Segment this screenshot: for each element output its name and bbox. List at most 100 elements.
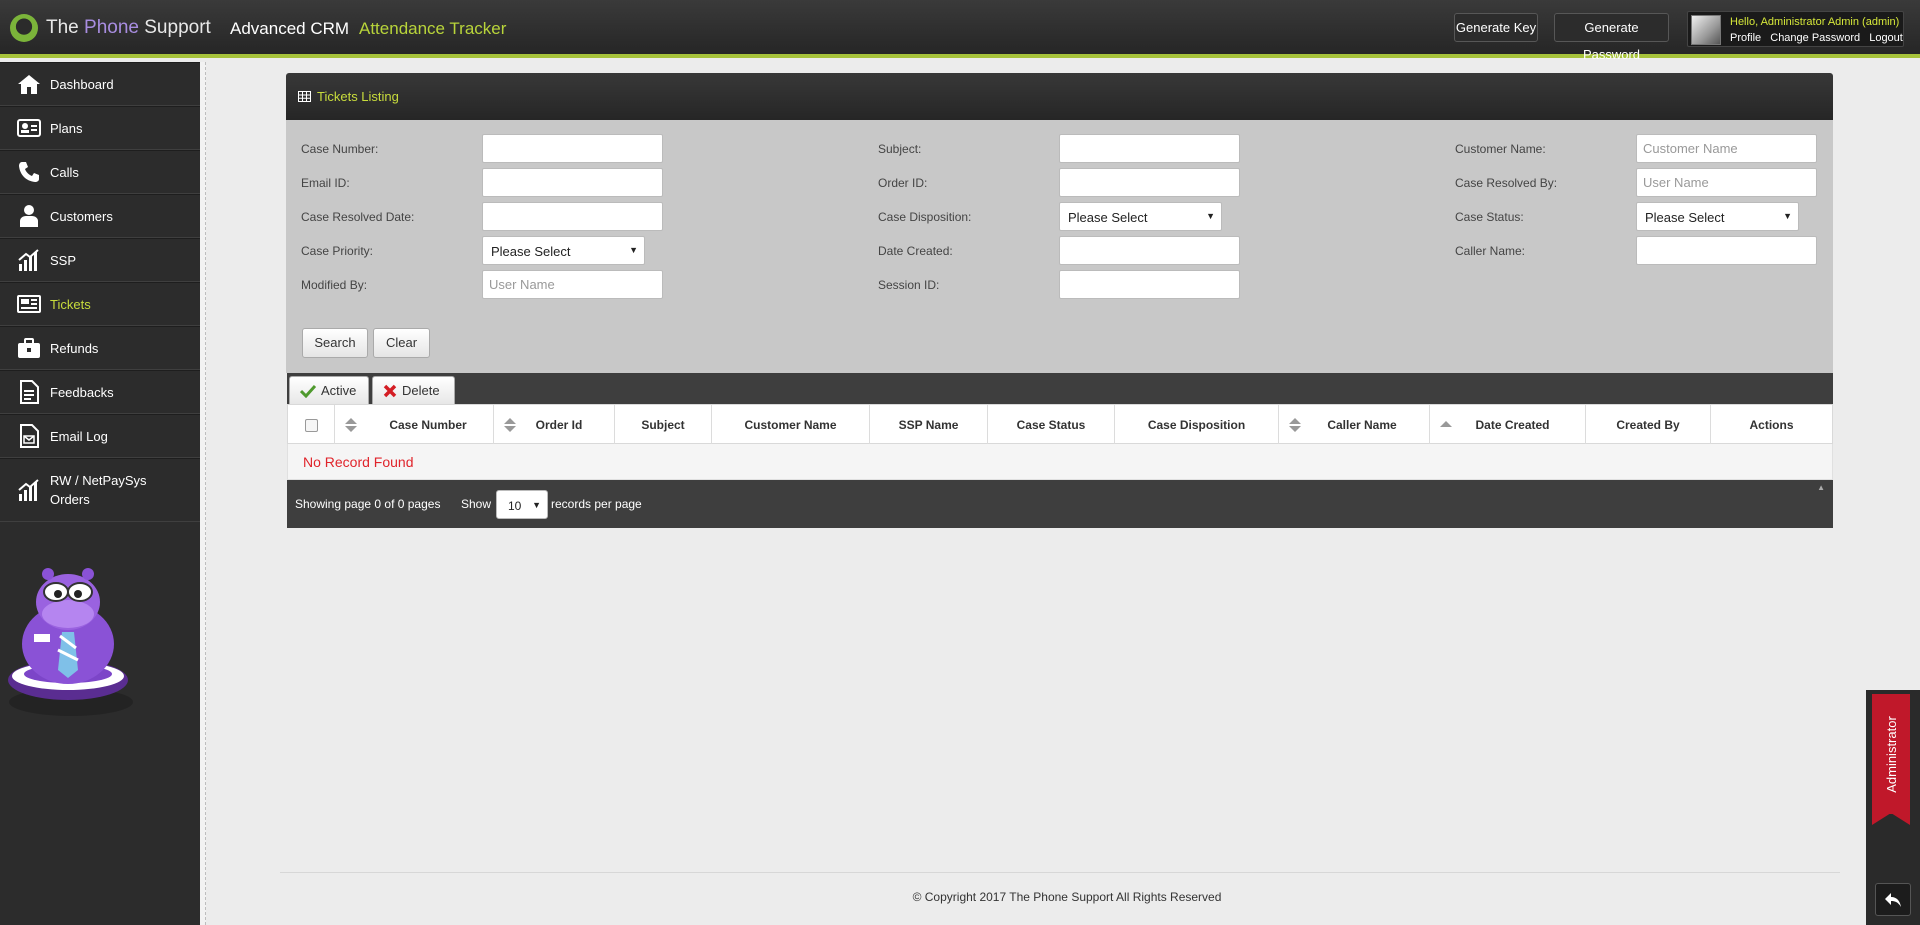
label-session-id: Session ID: <box>878 278 940 292</box>
label-case-priority: Case Priority: <box>301 244 374 258</box>
back-button[interactable] <box>1875 883 1911 916</box>
column-date-created[interactable]: Date Created <box>1430 405 1586 445</box>
panel-header: Tickets Listing <box>286 73 1833 120</box>
profile-link[interactable]: Profile <box>1730 32 1761 44</box>
sidebar-item-customers[interactable]: Customers <box>0 194 200 238</box>
records-per-page-select[interactable]: 10 ▼ <box>496 490 548 519</box>
generate-password-button[interactable]: Generate Password <box>1554 13 1669 62</box>
label-case-number: Case Number: <box>301 142 379 156</box>
label-caller-name: Caller Name: <box>1455 244 1526 258</box>
label-email-id: Email ID: <box>301 176 350 190</box>
top-bar: The Phone Support Advanced CRM Attendanc… <box>0 0 1920 62</box>
caret-down-icon: ▼ <box>1783 211 1792 221</box>
caret-down-icon: ▼ <box>629 245 638 255</box>
customer-name-input[interactable]: Customer Name <box>1636 134 1817 163</box>
select-all-checkbox[interactable] <box>305 419 318 432</box>
sort-ascending-icon <box>1440 421 1452 427</box>
bar-chart-icon <box>16 248 42 272</box>
delete-x-icon <box>383 384 397 397</box>
column-case-status[interactable]: Case Status <box>988 405 1115 445</box>
brand-name: The Phone Support <box>46 17 211 38</box>
case-resolved-by-input[interactable]: User Name <box>1636 168 1817 197</box>
case-priority-select[interactable]: Please Select ▼ <box>482 236 645 265</box>
show-label: Show <box>461 497 492 511</box>
avatar <box>1691 15 1721 45</box>
document-icon <box>16 380 42 404</box>
delete-button[interactable]: Delete <box>372 376 455 404</box>
email-id-input[interactable] <box>482 168 663 197</box>
page-info: Showing page 0 of 0 pages <box>295 497 441 511</box>
column-subject[interactable]: Subject <box>615 405 712 445</box>
caller-name-input[interactable] <box>1636 236 1817 265</box>
label-order-id: Order ID: <box>878 176 928 190</box>
sidebar-item-ssp[interactable]: SSP <box>0 238 200 282</box>
table-icon <box>298 91 311 102</box>
sidebar-item-email-log[interactable]: Email Log <box>0 414 200 458</box>
session-id-input[interactable] <box>1059 270 1240 299</box>
case-number-input[interactable] <box>482 134 663 163</box>
sidebar-item-rw-netpaysys-orders[interactable]: RW / NetPaySys Orders <box>0 458 200 522</box>
column-order-id[interactable]: Order Id <box>494 405 615 445</box>
user-links: Profile Change Password Logout <box>1730 32 1909 44</box>
change-password-link[interactable]: Change Password <box>1770 32 1860 44</box>
label-date-created: Date Created: <box>878 244 953 258</box>
sidebar-item-plans[interactable]: Plans <box>0 106 200 150</box>
user-icon <box>16 204 42 228</box>
reply-arrow-icon <box>1885 892 1901 907</box>
sidebar-item-refunds[interactable]: Refunds <box>0 326 200 370</box>
email-document-icon <box>16 424 42 448</box>
admin-ribbon-tail <box>1872 813 1910 825</box>
case-status-select[interactable]: Please Select ▼ <box>1636 202 1799 231</box>
sort-icon <box>345 418 357 432</box>
column-case-disposition[interactable]: Case Disposition <box>1115 405 1279 445</box>
column-ssp-name[interactable]: SSP Name <box>870 405 988 445</box>
column-customer-name[interactable]: Customer Name <box>712 405 870 445</box>
order-id-input[interactable] <box>1059 168 1240 197</box>
sidebar-item-calls[interactable]: Calls <box>0 150 200 194</box>
caret-down-icon: ▼ <box>1206 211 1215 221</box>
column-caller-name[interactable]: Caller Name <box>1279 405 1430 445</box>
label-modified-by: Modified By: <box>301 278 368 292</box>
caret-down-icon: ▼ <box>532 500 541 510</box>
label-subject: Subject: <box>878 142 922 156</box>
resize-handle-icon: ▲ <box>1817 483 1825 492</box>
empty-table-message: No Record Found <box>287 444 1833 480</box>
nav-advanced-crm[interactable]: Advanced CRM <box>230 19 349 39</box>
subject-input[interactable] <box>1059 134 1240 163</box>
label-case-status: Case Status: <box>1455 210 1524 224</box>
sidebar-item-dashboard[interactable]: Dashboard <box>0 62 200 106</box>
table-pager: Showing page 0 of 0 pages Show 10 ▼ recor… <box>287 480 1833 528</box>
active-button[interactable]: Active <box>289 376 369 404</box>
panel-title: Tickets Listing <box>317 89 399 104</box>
column-created-by[interactable]: Created By <box>1586 405 1711 445</box>
case-resolved-date-input[interactable] <box>482 202 663 231</box>
brand-logo[interactable]: The Phone Support <box>10 14 211 42</box>
records-per-page-label: records per page <box>551 497 642 511</box>
label-case-resolved-by: Case Resolved By: <box>1455 176 1558 190</box>
briefcase-icon <box>16 336 42 360</box>
generate-key-button[interactable]: Generate Key <box>1454 13 1538 42</box>
sidebar-item-tickets[interactable]: Tickets <box>0 282 200 326</box>
id-card-icon <box>16 116 42 140</box>
sort-icon <box>504 418 516 432</box>
sidebar: Dashboard Plans Calls Customers SSP Tick… <box>0 62 200 925</box>
sidebar-item-feedbacks[interactable]: Feedbacks <box>0 370 200 414</box>
logout-link[interactable]: Logout <box>1869 32 1903 44</box>
table-header: Case Number Order Id Subject Customer Na… <box>287 404 1833 445</box>
user-box: Hello, Administrator Admin (admin) Profi… <box>1687 11 1904 47</box>
nav-attendance-tracker[interactable]: Attendance Tracker <box>359 19 506 39</box>
sidebar-divider <box>200 62 206 925</box>
label-customer-name: Customer Name: <box>1455 142 1546 156</box>
select-all-cell <box>288 405 335 445</box>
filter-form: Case Number: Email ID: Case Resolved Dat… <box>286 120 1833 373</box>
search-button[interactable]: Search <box>302 328 368 358</box>
label-case-disposition: Case Disposition: <box>878 210 972 224</box>
admin-ribbon-label[interactable]: Administrator <box>1872 694 1910 814</box>
modified-by-input[interactable]: User Name <box>482 270 663 299</box>
date-created-input[interactable] <box>1059 236 1240 265</box>
case-disposition-select[interactable]: Please Select ▼ <box>1059 202 1222 231</box>
column-case-number[interactable]: Case Number <box>335 405 494 445</box>
footer-copyright: © Copyright 2017 The Phone Support All R… <box>912 890 1222 904</box>
check-icon <box>300 384 316 398</box>
clear-button[interactable]: Clear <box>373 328 430 358</box>
